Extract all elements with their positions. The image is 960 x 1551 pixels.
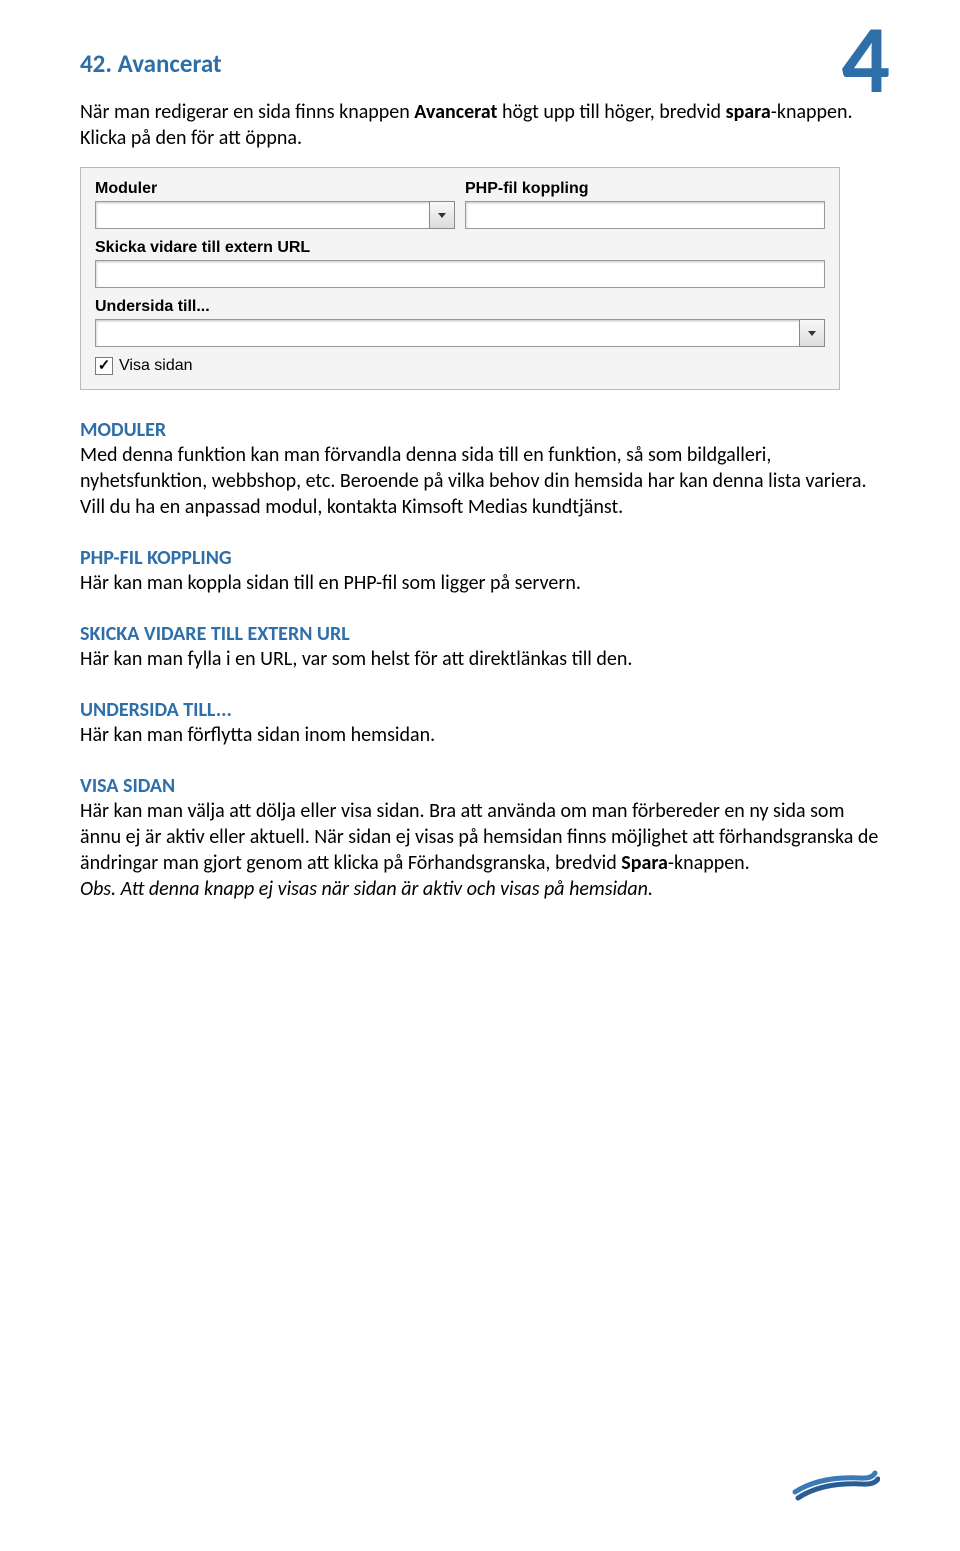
- logo-swoosh-icon: [790, 1458, 880, 1506]
- visa-body-bold: Spara: [621, 851, 668, 875]
- undersida-combo: [95, 319, 825, 347]
- chevron-down-icon: [808, 331, 816, 336]
- section-body-php: Här kan man koppla sidan till en PHP-fil…: [80, 570, 880, 596]
- section-title-url: SKICKA VIDARE TILL EXTERN URL: [80, 622, 880, 646]
- moduler-label: Moduler: [95, 180, 455, 198]
- intro-text-pre: När man redigerar en sida finns knappen: [80, 100, 414, 124]
- visa-checkbox[interactable]: ✓: [95, 357, 113, 375]
- php-label: PHP-fil koppling: [465, 180, 825, 198]
- intro-bold-spara: spara: [726, 100, 771, 124]
- logo: [790, 1458, 880, 1511]
- section-body-visa: Här kan man välja att dölja eller visa s…: [80, 798, 880, 902]
- intro-paragraph: När man redigerar en sida finns knappen …: [80, 99, 880, 151]
- section-body-url: Här kan man fylla i en URL, var som hels…: [80, 646, 880, 672]
- php-input[interactable]: [465, 201, 825, 229]
- form-group-undersida: Undersida till...: [95, 298, 825, 347]
- section-body-undersida: Här kan man förflytta sidan inom hemsida…: [80, 722, 880, 748]
- section-title-undersida: UNDERSIDA TILL...: [80, 698, 880, 722]
- moduler-input[interactable]: [95, 201, 429, 229]
- content-section: MODULER Med denna funktion kan man förva…: [80, 418, 880, 902]
- undersida-dropdown-button[interactable]: [799, 319, 825, 347]
- section-title-visa: VISA SIDAN: [80, 774, 880, 798]
- intro-bold-avancerat: Avancerat: [414, 100, 497, 124]
- undersida-label: Undersida till...: [95, 298, 825, 316]
- visa-note: Obs. Att denna knapp ej visas när sidan …: [80, 877, 653, 901]
- page-heading: 42. Avancerat: [80, 48, 880, 79]
- form-group-url: Skicka vidare till extern URL: [95, 239, 825, 288]
- visa-body-pre: Här kan man välja att dölja eller visa s…: [80, 799, 878, 875]
- form-group-php: PHP-fil koppling: [465, 180, 825, 229]
- form-row-top: Moduler PHP-fil koppling: [95, 180, 825, 229]
- form-group-moduler: Moduler: [95, 180, 455, 229]
- page-number: 4: [841, 12, 890, 108]
- undersida-input[interactable]: [95, 319, 799, 347]
- url-input[interactable]: [95, 260, 825, 288]
- section-body-moduler: Med denna funktion kan man förvandla den…: [80, 442, 880, 520]
- intro-text-mid: högt upp till höger, bredvid: [497, 100, 725, 124]
- moduler-dropdown-button[interactable]: [429, 201, 455, 229]
- visa-checkbox-label: Visa sidan: [119, 357, 193, 375]
- check-icon: ✓: [98, 359, 111, 374]
- moduler-combo: [95, 201, 455, 229]
- visa-body-post: -knappen.: [668, 851, 750, 875]
- visa-checkbox-row: ✓ Visa sidan: [95, 357, 825, 375]
- chevron-down-icon: [438, 213, 446, 218]
- section-title-moduler: MODULER: [80, 418, 880, 442]
- section-title-php: PHP-FIL KOPPLING: [80, 546, 880, 570]
- url-label: Skicka vidare till extern URL: [95, 239, 825, 257]
- form-panel: Moduler PHP-fil koppling Skicka vidare t…: [80, 167, 840, 390]
